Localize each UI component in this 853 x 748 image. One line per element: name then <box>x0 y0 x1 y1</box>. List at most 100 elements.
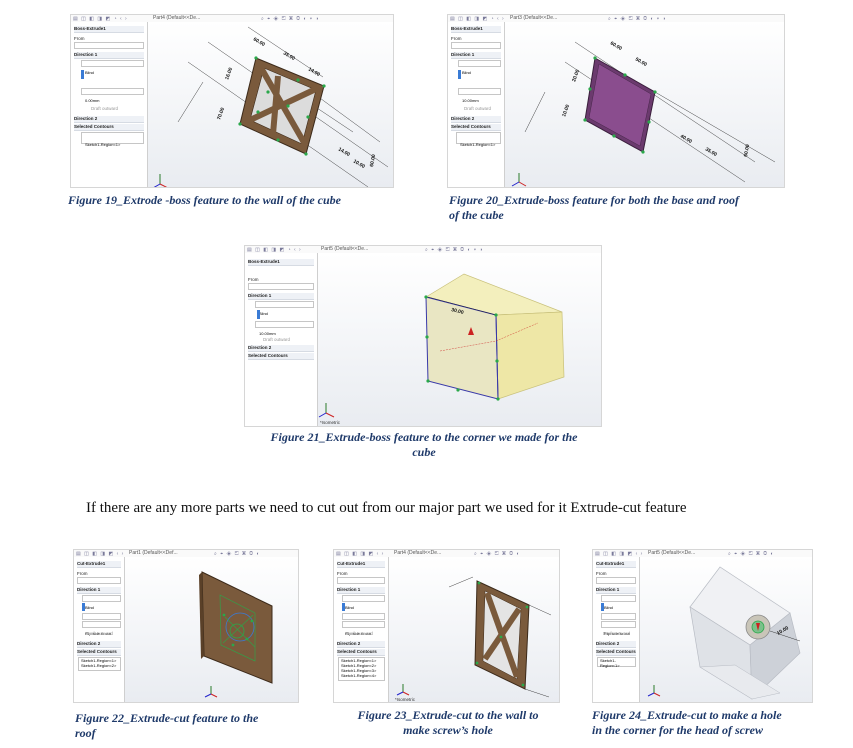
dim-label: 40.00 <box>679 134 693 146</box>
direction2-header[interactable]: Direction 2 <box>337 641 385 648</box>
graphics-area[interactable]: 30.00 *Isometric <box>318 253 601 426</box>
wall-frame-drawing: 60.00 35.00 14.00 16.00 70.00 60.00 14.0… <box>153 26 389 187</box>
direction1-header[interactable]: Direction 1 <box>77 587 121 594</box>
end-condition-select[interactable]: Blind <box>601 595 636 610</box>
direction-arrow-field[interactable] <box>81 70 84 79</box>
triad-icon <box>318 403 335 418</box>
graphics-area[interactable] <box>125 557 298 702</box>
triad-icon <box>511 173 527 187</box>
direction2-header[interactable]: Direction 2 <box>596 641 636 648</box>
contours-list[interactable]: Sketch1-Region<1> <box>456 132 501 147</box>
from-select[interactable]: Sketch Plane <box>77 577 121 592</box>
figure-21-screenshot: ▤ ◫ ◧ ◨ ◩ ◔ ‹ › Part5 (Default<<De... ⌕ … <box>244 245 602 427</box>
dim-label: 14.00 <box>307 67 321 79</box>
direction1-header[interactable]: Direction 1 <box>596 587 636 594</box>
selected-contours-header[interactable]: Selected Contours <box>74 124 144 131</box>
selected-contours-header[interactable]: Selected Contours <box>596 649 636 656</box>
depth-input[interactable]: 10.00mm <box>458 88 501 103</box>
body-paragraph: If there are any more parts we need to c… <box>86 500 687 516</box>
selected-contours-header[interactable]: Selected Contours <box>451 124 501 131</box>
direction1-header[interactable]: Direction 1 <box>337 587 385 594</box>
figure-23-caption: Figure 23_Extrude-cut to the wall to mak… <box>340 708 556 738</box>
caption-line-2: in the corner for the head of screw <box>592 723 763 737</box>
direction1-header[interactable]: Direction 1 <box>74 52 144 59</box>
draft-outward-option[interactable]: Draft outward <box>86 631 121 637</box>
panel-title: Boss-Extrude1 <box>248 259 314 266</box>
triad-icon <box>153 174 168 187</box>
dim-label: 60.00 <box>369 154 377 168</box>
draft-outward-option[interactable]: Draft outward <box>263 337 314 343</box>
contours-list[interactable]: Sketch1-Region<1> <box>597 657 636 668</box>
dim-label: 50.00 <box>634 57 648 69</box>
dim-label: 10.00 <box>352 159 366 171</box>
figure-20-screenshot: ▤ ◫ ◧ ◨ ◩ ◔ ‹ › Part3 (Default<<De... ⌕ … <box>447 14 785 188</box>
caption-line-2: roof <box>75 726 96 740</box>
panel-title: Cut-Extrude1 <box>337 561 385 568</box>
caption-line-1: Figure 23_Extrude-cut to the wall to <box>357 708 539 722</box>
graphics-area[interactable]: 60.00 35.00 14.00 16.00 70.00 60.00 14.0… <box>148 22 393 187</box>
depth-input[interactable]: 0.00mm <box>81 88 144 103</box>
end-condition-select[interactable]: Blind <box>81 60 144 75</box>
from-select[interactable]: Sketch Plane <box>74 42 144 57</box>
direction1-header[interactable]: Direction 1 <box>248 293 314 300</box>
direction2-header[interactable]: Direction 2 <box>74 116 144 123</box>
draft-outward-option[interactable]: Draft outward <box>346 631 385 637</box>
direction-arrow-field[interactable] <box>257 310 260 319</box>
from-select[interactable]: Sketch Plane <box>248 283 314 298</box>
dim-label: 60.00 <box>743 144 751 158</box>
selected-contours-header[interactable]: Selected Contours <box>77 649 121 656</box>
dim-label: 14.00 <box>337 147 351 159</box>
contours-list[interactable]: Sketch1-Region<1> Sketch1-Region<2> Sket… <box>338 657 385 681</box>
depth-input[interactable]: 5.00mm <box>82 613 121 628</box>
selected-contours-header[interactable]: Selected Contours <box>337 649 385 656</box>
flip-side-checkbox[interactable]: Flip side to cut <box>342 621 385 636</box>
figure-22-screenshot: ▤ ◫ ◧ ◨ ◩ ‹ › Part1 (Default<<Def... ⌕ ⌖… <box>73 549 299 703</box>
window-title: Part5 (Default<<De... <box>321 246 369 252</box>
direction-arrow-field[interactable] <box>82 603 85 611</box>
caption-line-2: make screw’s hole <box>403 723 493 737</box>
end-condition-select[interactable]: Blind <box>458 60 501 75</box>
roof-cut-drawing <box>199 571 273 698</box>
base-roof-drawing: 60.00 50.00 20.00 10.00 40.00 35.00 60.0… <box>511 41 776 187</box>
view-orientation-label: *Isometric <box>395 697 416 702</box>
selected-contours-header[interactable]: Selected Contours <box>248 353 314 360</box>
depth-input[interactable]: 3.00mm <box>601 613 636 628</box>
from-select[interactable]: Sketch Plane <box>337 577 385 592</box>
cube-corner-drawing: 30.00 *Isometric <box>318 273 565 425</box>
triad-icon <box>204 686 218 698</box>
graphics-area[interactable]: *Isometric <box>389 557 559 702</box>
property-manager: Boss-Extrude1 From Sketch Plane Directio… <box>245 253 318 426</box>
graphics-area[interactable]: 10.00 <box>640 557 812 702</box>
direction1-header[interactable]: Direction 1 <box>451 52 501 59</box>
figure-21-caption: Figure 21_Extrude-boss feature to the co… <box>248 430 600 460</box>
property-manager: Cut-Extrude1 From Sketch Plane Direction… <box>74 557 125 702</box>
flip-side-checkbox[interactable]: Flip side to cut <box>601 621 636 636</box>
figure-22-caption: Figure 22_Extrude-cut feature to the roo… <box>75 711 305 741</box>
flip-side-checkbox[interactable]: Flip side to cut <box>82 621 121 636</box>
contours-list[interactable]: Sketch1-Region<1> <box>81 132 144 147</box>
figure-19-caption: Figure 19_Extrode -boss feature to the w… <box>68 193 341 207</box>
draft-outward-option[interactable]: Draft outward <box>91 106 144 112</box>
graphics-area[interactable]: 60.00 50.00 20.00 10.00 40.00 35.00 60.0… <box>505 22 784 187</box>
from-select[interactable]: Sketch Plane <box>451 42 501 57</box>
dim-label: 35.00 <box>704 147 718 159</box>
direction2-header[interactable]: Direction 2 <box>248 345 314 352</box>
direction-arrow-field[interactable] <box>342 603 345 611</box>
draft-outward-option[interactable]: Draft outward <box>464 106 501 112</box>
contours-list[interactable]: Sketch1-Region<1> Sketch1-Region<2> <box>78 657 121 671</box>
triad-icon <box>396 684 410 696</box>
end-condition-select[interactable]: Blind <box>82 595 121 610</box>
figure-24-screenshot: ▤ ◫ ◧ ◨ ◩ ‹ › Part5 (Default<<De... ⌕ ⌖ … <box>592 549 813 703</box>
depth-input[interactable]: 10.00mm <box>255 321 314 336</box>
direction2-header[interactable]: Direction 2 <box>77 641 121 648</box>
triad-icon <box>647 685 661 697</box>
direction-arrow-field[interactable] <box>601 603 604 611</box>
panel-title: Boss-Extrude1 <box>74 26 144 33</box>
direction2-header[interactable]: Direction 2 <box>451 116 501 123</box>
depth-input[interactable]: 5.00mm <box>342 613 385 628</box>
draft-outward-option[interactable]: Draft outward <box>603 631 636 637</box>
from-select[interactable]: Sketch Plane <box>596 577 636 592</box>
end-condition-select[interactable]: Blind <box>342 595 385 610</box>
end-condition-select[interactable]: Blind <box>255 301 314 316</box>
direction-arrow-field[interactable] <box>458 70 461 79</box>
